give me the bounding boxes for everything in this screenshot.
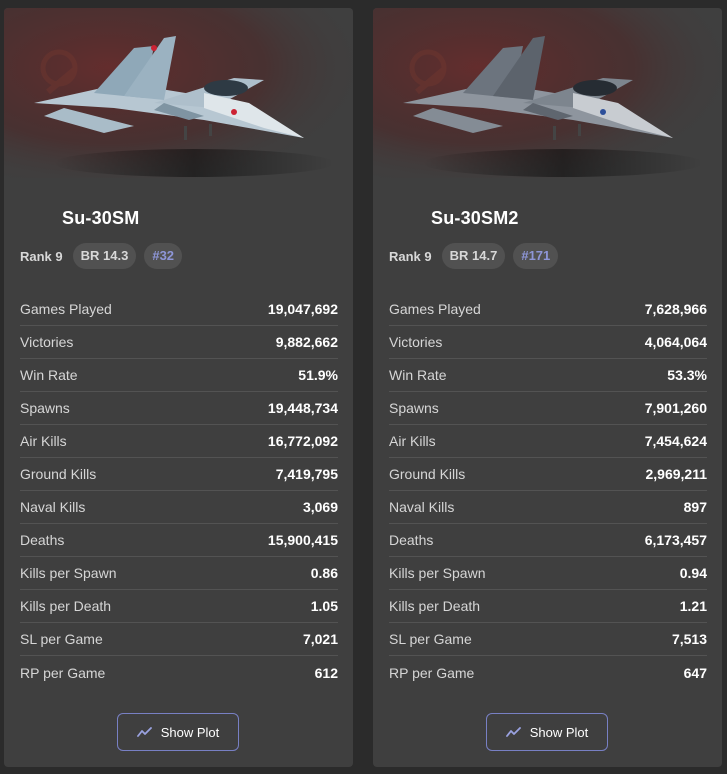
stat-label: Kills per Spawn [20, 565, 117, 581]
stat-label: Kills per Spawn [389, 565, 486, 581]
stat-row: Kills per Spawn 0.86 [20, 557, 338, 590]
stat-label: Spawns [389, 400, 439, 416]
stat-label: SL per Game [389, 631, 472, 647]
vehicle-badges: Rank 9 BR 14.7 #171 [389, 243, 559, 269]
position-badge: #171 [513, 243, 559, 269]
stat-row: Kills per Death 1.05 [20, 590, 338, 623]
stat-row: Spawns 7,901,260 [389, 392, 707, 425]
stat-value: 15,900,415 [267, 532, 338, 548]
stat-value: 0.94 [679, 565, 707, 581]
position-badge: #32 [144, 243, 183, 269]
stat-row: Air Kills 7,454,624 [389, 425, 707, 458]
stat-value: 612 [314, 664, 338, 681]
stat-value: 7,628,966 [644, 301, 707, 317]
stat-label: Spawns [20, 400, 70, 416]
vehicle-card: Su-30SM2 Rank 9 BR 14.7 #171 Games Playe… [373, 8, 722, 767]
show-plot-button[interactable]: Show Plot [486, 713, 608, 751]
stat-value: 897 [683, 499, 707, 515]
stats-table: Games Played 19,047,692 Victories 9,882,66… [20, 293, 338, 689]
stat-value: 7,021 [302, 631, 338, 647]
vehicle-name: Su-30SM2 [431, 208, 519, 228]
aircraft-image [373, 8, 722, 198]
stat-label: Naval Kills [20, 499, 86, 515]
stat-value: 53.3% [667, 367, 707, 383]
rank-label: Rank 9 [20, 248, 63, 264]
stat-row: Games Played 7,628,966 [389, 293, 707, 326]
rank-label: Rank 9 [389, 248, 432, 264]
aircraft-image-graphic [4, 8, 353, 198]
stat-value: 19,047,692 [267, 301, 338, 317]
stat-row: SL per Game 7,513 [389, 623, 707, 656]
stat-label: Deaths [389, 532, 434, 548]
vehicle-name: Su-30SM [62, 208, 140, 228]
stat-label: Air Kills [20, 433, 67, 449]
vehicle-badges: Rank 9 BR 14.3 #32 [20, 243, 183, 269]
stat-value: 3,069 [302, 499, 338, 515]
stat-value: 19,448,734 [267, 400, 338, 416]
stat-label: Win Rate [20, 367, 78, 383]
aircraft-image [4, 8, 353, 198]
stat-row: Air Kills 16,772,092 [20, 425, 338, 458]
stat-row: Kills per Death 1.21 [389, 590, 707, 623]
stat-label: Naval Kills [389, 499, 455, 515]
stat-value: 7,513 [671, 631, 707, 647]
line-chart-icon [505, 727, 521, 737]
stat-label: Ground Kills [389, 466, 466, 482]
stat-row: Naval Kills 3,069 [20, 491, 338, 524]
stat-row: Win Rate 51.9% [20, 359, 338, 392]
stat-label: Win Rate [389, 367, 447, 383]
stat-row: Victories 9,882,662 [20, 326, 338, 359]
stat-label: Kills per Death [20, 598, 112, 614]
vehicle-card: Su-30SM Rank 9 BR 14.3 #32 Games Played 1… [4, 8, 353, 767]
stat-row: Games Played 19,047,692 [20, 293, 338, 326]
stat-label: Victories [20, 334, 74, 350]
br-badge: BR 14.7 [441, 243, 506, 269]
stat-label: Victories [389, 334, 443, 350]
show-plot-label: Show Plot [529, 724, 589, 740]
stat-value: 7,901,260 [644, 400, 707, 416]
stat-label: Deaths [20, 532, 65, 548]
stat-value: 0.86 [310, 565, 338, 581]
stat-value: 9,882,662 [275, 334, 338, 350]
line-chart-icon [136, 727, 152, 737]
stat-row: Kills per Spawn 0.94 [389, 557, 707, 590]
stat-label: Air Kills [389, 433, 436, 449]
stat-value: 4,064,064 [644, 334, 707, 350]
stat-row: Spawns 19,448,734 [20, 392, 338, 425]
stat-value: 2,969,211 [645, 466, 707, 482]
stat-value: 7,454,624 [644, 433, 707, 449]
stat-row: RP per Game 647 [389, 656, 707, 689]
stat-value: 51.9% [298, 367, 338, 383]
show-plot-label: Show Plot [160, 724, 220, 740]
aircraft-image-graphic [373, 8, 722, 198]
stat-value: 647 [683, 664, 707, 681]
stat-label: RP per Game [389, 664, 475, 681]
stat-row: Victories 4,064,064 [389, 326, 707, 359]
stat-label: Games Played [389, 301, 481, 317]
stat-row: Naval Kills 897 [389, 491, 707, 524]
stat-row: SL per Game 7,021 [20, 623, 338, 656]
br-badge: BR 14.3 [72, 243, 137, 269]
stats-table: Games Played 7,628,966 Victories 4,064,064… [389, 293, 707, 689]
stat-label: SL per Game [20, 631, 103, 647]
stat-value: 16,772,092 [267, 433, 338, 449]
stat-label: Kills per Death [389, 598, 481, 614]
stat-row: Win Rate 53.3% [389, 359, 707, 392]
stat-value: 6,173,457 [644, 532, 707, 548]
show-plot-button[interactable]: Show Plot [117, 713, 239, 751]
stat-value: 1.05 [310, 598, 338, 614]
stat-row: Ground Kills 2,969,211 [389, 458, 707, 491]
stat-row: RP per Game 612 [20, 656, 338, 689]
stat-label: Ground Kills [20, 466, 97, 482]
stat-row: Ground Kills 7,419,795 [20, 458, 338, 491]
stat-label: RP per Game [20, 664, 106, 681]
stat-label: Games Played [20, 301, 112, 317]
stat-value: 1.21 [679, 598, 707, 614]
stat-row: Deaths 6,173,457 [389, 524, 707, 557]
stat-value: 7,419,795 [275, 466, 338, 482]
stat-row: Deaths 15,900,415 [20, 524, 338, 557]
